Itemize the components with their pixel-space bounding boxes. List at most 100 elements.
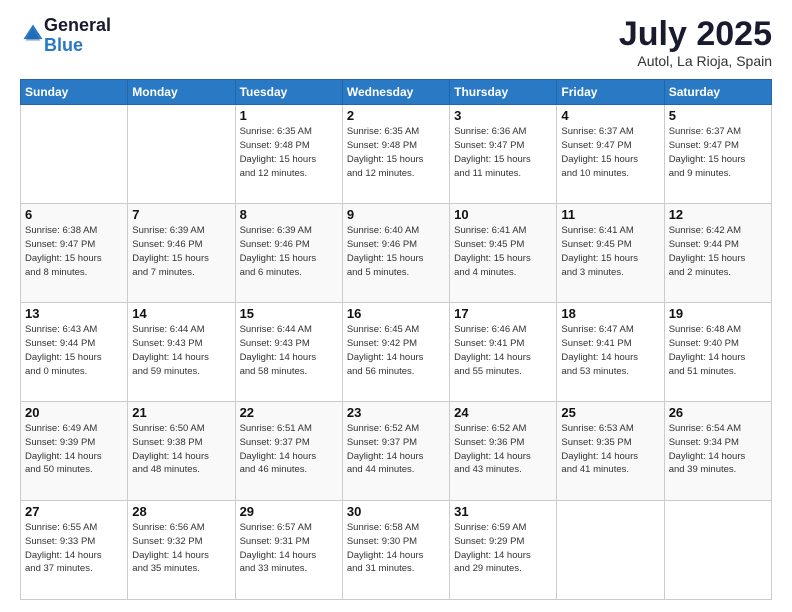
- calendar-cell: 27 Sunrise: 6:55 AM Sunset: 9:33 PM Dayli…: [21, 501, 128, 600]
- day-number: 4: [561, 108, 659, 123]
- calendar-cell: 30Sunrise: 6:58 AM Sunset: 9:30 PM Dayli…: [342, 501, 449, 600]
- day-info: Sunrise: 6:44 AM Sunset: 9:43 PM Dayligh…: [132, 323, 230, 378]
- day-number: 14: [132, 306, 230, 321]
- calendar-cell: 19 Sunrise: 6:48 AM Sunset: 9:40 PM Dayli…: [664, 303, 771, 402]
- day-info: Sunrise: 6:55 AM Sunset: 9:33 PM Dayligh…: [25, 521, 123, 576]
- logo-blue-text: Blue: [44, 36, 111, 56]
- calendar-cell: 10 Sunrise: 6:41 AM Sunset: 9:45 PM Dayli…: [450, 204, 557, 303]
- day-number: 1: [240, 108, 338, 123]
- day-info: Sunrise: 6:42 AM Sunset: 9:44 PM Dayligh…: [669, 224, 767, 279]
- day-info: Sunrise: 6:41 AM Sunset: 9:45 PM Dayligh…: [561, 224, 659, 279]
- day-header-wednesday: Wednesday: [342, 80, 449, 105]
- calendar-cell: 23 Sunrise: 6:52 AM Sunset: 9:37 PM Dayli…: [342, 402, 449, 501]
- logo: General Blue: [20, 16, 111, 56]
- day-info: Sunrise: 6:56 AM Sunset: 9:32 PM Dayligh…: [132, 521, 230, 576]
- day-number: 11: [561, 207, 659, 222]
- calendar-cell: [128, 105, 235, 204]
- day-number: 20: [25, 405, 123, 420]
- day-header-sunday: Sunday: [21, 80, 128, 105]
- day-number: 27: [25, 504, 123, 519]
- day-number: 15: [240, 306, 338, 321]
- day-number: 7: [132, 207, 230, 222]
- day-number: 9: [347, 207, 445, 222]
- day-number: 6: [25, 207, 123, 222]
- day-header-friday: Friday: [557, 80, 664, 105]
- day-info: Sunrise: 6:49 AM Sunset: 9:39 PM Dayligh…: [25, 422, 123, 477]
- day-info: Sunrise: 6:40 AM Sunset: 9:46 PM Dayligh…: [347, 224, 445, 279]
- title-block: July 2025 Autol, La Rioja, Spain: [619, 16, 772, 69]
- calendar-cell: 6 Sunrise: 6:38 AM Sunset: 9:47 PM Daylig…: [21, 204, 128, 303]
- calendar-week-3: 13 Sunrise: 6:43 AM Sunset: 9:44 PM Dayli…: [21, 303, 772, 402]
- day-header-monday: Monday: [128, 80, 235, 105]
- calendar-header-row: SundayMondayTuesdayWednesdayThursdayFrid…: [21, 80, 772, 105]
- day-number: 19: [669, 306, 767, 321]
- day-number: 13: [25, 306, 123, 321]
- day-info: Sunrise: 6:35 AM Sunset: 9:48 PM Dayligh…: [347, 125, 445, 180]
- calendar-cell: 2 Sunrise: 6:35 AM Sunset: 9:48 PM Daylig…: [342, 105, 449, 204]
- day-number: 16: [347, 306, 445, 321]
- day-number: 24: [454, 405, 552, 420]
- day-number: 5: [669, 108, 767, 123]
- day-number: 2: [347, 108, 445, 123]
- day-number: 17: [454, 306, 552, 321]
- logo-icon: [22, 23, 44, 45]
- calendar-cell: 31 Sunrise: 6:59 AM Sunset: 9:29 PM Dayli…: [450, 501, 557, 600]
- calendar-cell: 13 Sunrise: 6:43 AM Sunset: 9:44 PM Dayli…: [21, 303, 128, 402]
- calendar-cell: 1 Sunrise: 6:35 AM Sunset: 9:48 PM Daylig…: [235, 105, 342, 204]
- day-number: 29: [240, 504, 338, 519]
- calendar-cell: 11 Sunrise: 6:41 AM Sunset: 9:45 PM Dayli…: [557, 204, 664, 303]
- day-info: Sunrise: 6:48 AM Sunset: 9:40 PM Dayligh…: [669, 323, 767, 378]
- day-info: Sunrise: 6:59 AM Sunset: 9:29 PM Dayligh…: [454, 521, 552, 576]
- calendar-cell: 18Sunrise: 6:47 AM Sunset: 9:41 PM Dayli…: [557, 303, 664, 402]
- calendar-cell: 26Sunrise: 6:54 AM Sunset: 9:34 PM Dayli…: [664, 402, 771, 501]
- day-info: Sunrise: 6:53 AM Sunset: 9:35 PM Dayligh…: [561, 422, 659, 477]
- calendar-cell: 8Sunrise: 6:39 AM Sunset: 9:46 PM Daylig…: [235, 204, 342, 303]
- calendar-week-4: 20 Sunrise: 6:49 AM Sunset: 9:39 PM Dayli…: [21, 402, 772, 501]
- calendar-cell: 5 Sunrise: 6:37 AM Sunset: 9:47 PM Daylig…: [664, 105, 771, 204]
- day-header-saturday: Saturday: [664, 80, 771, 105]
- day-number: 8: [240, 207, 338, 222]
- day-number: 18: [561, 306, 659, 321]
- calendar-cell: 9 Sunrise: 6:40 AM Sunset: 9:46 PM Daylig…: [342, 204, 449, 303]
- logo-general: General: [44, 16, 111, 36]
- day-number: 28: [132, 504, 230, 519]
- day-info: Sunrise: 6:43 AM Sunset: 9:44 PM Dayligh…: [25, 323, 123, 378]
- day-info: Sunrise: 6:52 AM Sunset: 9:37 PM Dayligh…: [347, 422, 445, 477]
- day-info: Sunrise: 6:45 AM Sunset: 9:42 PM Dayligh…: [347, 323, 445, 378]
- calendar-cell: 16 Sunrise: 6:45 AM Sunset: 9:42 PM Dayli…: [342, 303, 449, 402]
- day-info: Sunrise: 6:50 AM Sunset: 9:38 PM Dayligh…: [132, 422, 230, 477]
- calendar-cell: 14 Sunrise: 6:44 AM Sunset: 9:43 PM Dayli…: [128, 303, 235, 402]
- day-info: Sunrise: 6:54 AM Sunset: 9:34 PM Dayligh…: [669, 422, 767, 477]
- day-info: Sunrise: 6:35 AM Sunset: 9:48 PM Dayligh…: [240, 125, 338, 180]
- day-number: 22: [240, 405, 338, 420]
- day-info: Sunrise: 6:46 AM Sunset: 9:41 PM Dayligh…: [454, 323, 552, 378]
- calendar-cell: 3 Sunrise: 6:36 AM Sunset: 9:47 PM Daylig…: [450, 105, 557, 204]
- calendar-cell: [664, 501, 771, 600]
- day-info: Sunrise: 6:51 AM Sunset: 9:37 PM Dayligh…: [240, 422, 338, 477]
- day-header-thursday: Thursday: [450, 80, 557, 105]
- day-header-tuesday: Tuesday: [235, 80, 342, 105]
- calendar-cell: 29Sunrise: 6:57 AM Sunset: 9:31 PM Dayli…: [235, 501, 342, 600]
- day-number: 10: [454, 207, 552, 222]
- day-number: 23: [347, 405, 445, 420]
- day-info: Sunrise: 6:36 AM Sunset: 9:47 PM Dayligh…: [454, 125, 552, 180]
- day-number: 25: [561, 405, 659, 420]
- day-info: Sunrise: 6:58 AM Sunset: 9:30 PM Dayligh…: [347, 521, 445, 576]
- day-info: Sunrise: 6:38 AM Sunset: 9:47 PM Dayligh…: [25, 224, 123, 279]
- day-info: Sunrise: 6:39 AM Sunset: 9:46 PM Dayligh…: [132, 224, 230, 279]
- logo-text: General Blue: [44, 16, 111, 56]
- day-number: 31: [454, 504, 552, 519]
- calendar-cell: 24Sunrise: 6:52 AM Sunset: 9:36 PM Dayli…: [450, 402, 557, 501]
- calendar-cell: 7 Sunrise: 6:39 AM Sunset: 9:46 PM Daylig…: [128, 204, 235, 303]
- day-number: 3: [454, 108, 552, 123]
- calendar-cell: 17 Sunrise: 6:46 AM Sunset: 9:41 PM Dayli…: [450, 303, 557, 402]
- day-info: Sunrise: 6:44 AM Sunset: 9:43 PM Dayligh…: [240, 323, 338, 378]
- calendar-cell: [21, 105, 128, 204]
- calendar-cell: 15 Sunrise: 6:44 AM Sunset: 9:43 PM Dayli…: [235, 303, 342, 402]
- day-info: Sunrise: 6:37 AM Sunset: 9:47 PM Dayligh…: [669, 125, 767, 180]
- calendar-table: SundayMondayTuesdayWednesdayThursdayFrid…: [20, 79, 772, 600]
- day-info: Sunrise: 6:41 AM Sunset: 9:45 PM Dayligh…: [454, 224, 552, 279]
- calendar-week-5: 27 Sunrise: 6:55 AM Sunset: 9:33 PM Dayli…: [21, 501, 772, 600]
- calendar-cell: 28 Sunrise: 6:56 AM Sunset: 9:32 PM Dayli…: [128, 501, 235, 600]
- location: Autol, La Rioja, Spain: [619, 53, 772, 69]
